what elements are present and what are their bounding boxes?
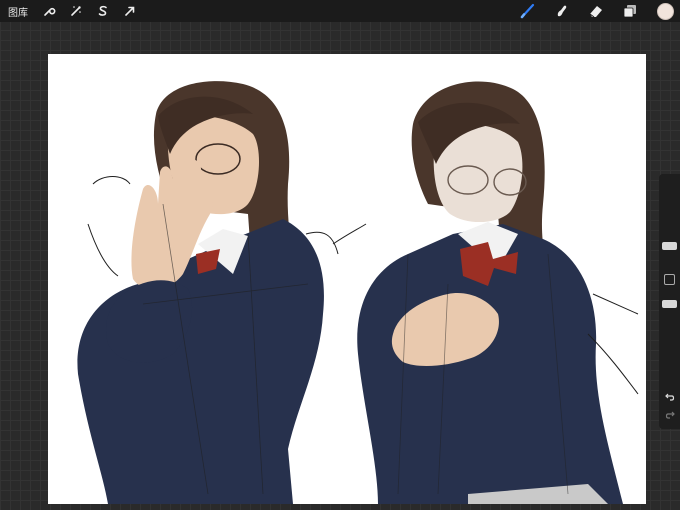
actions-wrench-icon[interactable] <box>40 2 58 20</box>
modify-button[interactable] <box>664 274 675 285</box>
adjustments-wand-icon[interactable] <box>67 2 85 20</box>
gallery-button[interactable]: 图库 <box>8 4 28 19</box>
brush-icon[interactable] <box>519 2 537 20</box>
redo-icon[interactable] <box>663 408 676 421</box>
transform-arrow-icon[interactable] <box>121 2 139 20</box>
right-figure <box>332 81 639 504</box>
eraser-icon[interactable] <box>587 2 605 20</box>
left-figure <box>77 81 339 504</box>
top-toolbar: 图库 <box>0 0 680 22</box>
right-tools <box>503 2 674 20</box>
undo-icon[interactable] <box>663 390 676 403</box>
drawing-canvas[interactable] <box>48 54 646 504</box>
brush-size-slider[interactable] <box>662 242 677 250</box>
selection-s-icon[interactable] <box>94 2 112 20</box>
artwork-illustration <box>77 81 639 504</box>
opacity-slider[interactable] <box>662 300 677 308</box>
layers-icon[interactable] <box>621 2 639 20</box>
side-toolbar <box>659 174 680 429</box>
color-picker-swatch[interactable] <box>657 2 674 20</box>
smudge-icon[interactable] <box>553 2 571 20</box>
